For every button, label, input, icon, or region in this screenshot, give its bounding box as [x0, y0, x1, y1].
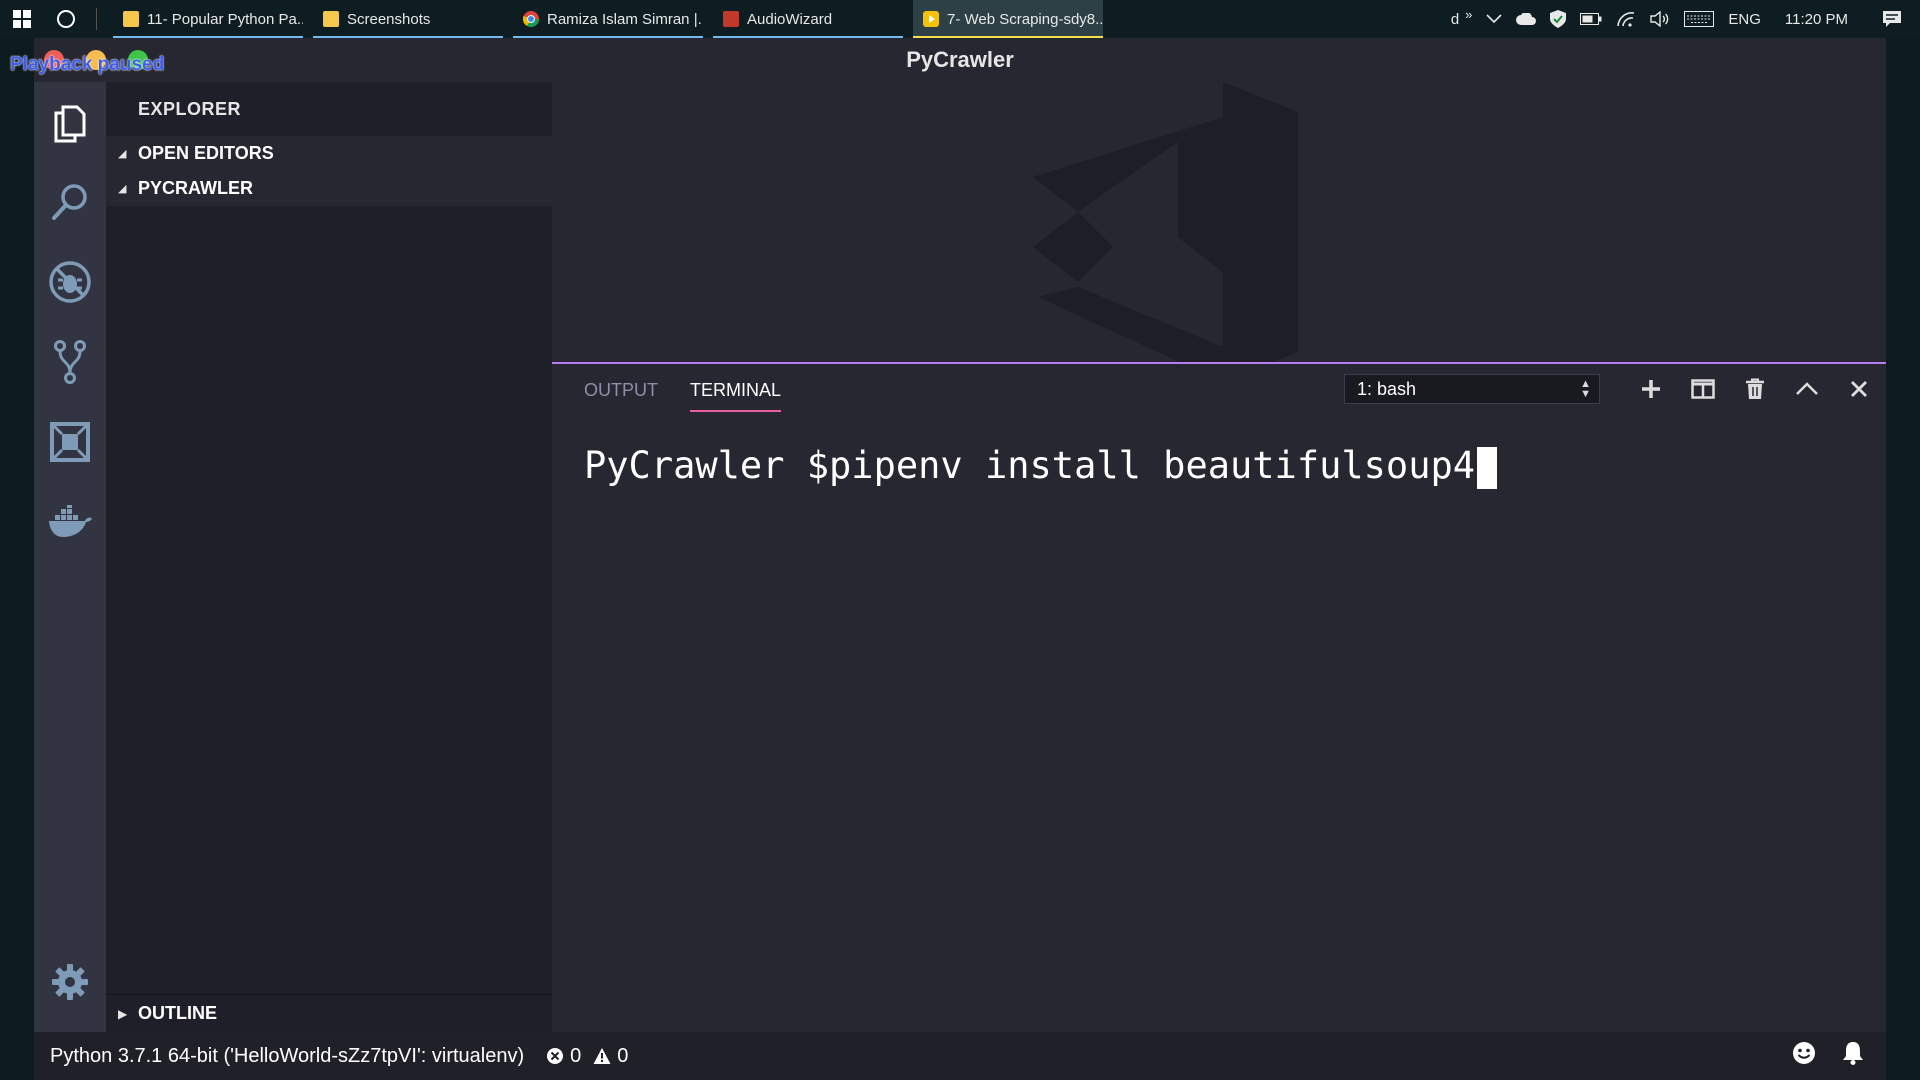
explorer-sidebar: EXPLORER ◢ OPEN EDITORS ◢ PYCRAWLER ▶ OU… — [106, 82, 552, 1032]
debug-no-bug-icon — [49, 261, 91, 303]
error-icon — [547, 1048, 564, 1064]
kill-terminal-button[interactable] — [1740, 374, 1770, 404]
clock-time[interactable]: 11:20 PM — [1785, 11, 1848, 28]
input-language[interactable]: ENG — [1728, 11, 1761, 28]
chevron-down-icon[interactable] — [1486, 14, 1502, 24]
system-tray: d » ENG 11:20 PM — [1451, 0, 1920, 38]
search-icon — [52, 184, 87, 220]
action-center-icon[interactable] — [1882, 10, 1902, 28]
section-label: OPEN EDITORS — [138, 143, 274, 163]
explorer-header: EXPLORER — [138, 98, 242, 119]
terminal-cursor — [1477, 446, 1498, 489]
split-pane-icon — [1691, 379, 1715, 399]
taskbar-app-label: Ramiza Islam Simran |... — [547, 10, 703, 28]
terminal-select-value: 1: bash — [1357, 378, 1417, 399]
title-bar: Playback paused PyCrawler — [10, 38, 1886, 82]
panel-actions: 1: bash ▲ ▼ — [1344, 374, 1886, 404]
activity-debug[interactable] — [34, 250, 106, 314]
taskbar-app-label: 7- Web Scraping-sdy8... — [947, 10, 1103, 28]
battery-icon[interactable] — [1580, 13, 1602, 25]
security-shield-icon[interactable] — [1550, 10, 1567, 28]
windows-taskbar: 11- Popular Python Pa... Screenshots Ram… — [0, 0, 1920, 38]
git-branch-icon — [54, 340, 86, 384]
maximize-panel-button[interactable] — [1792, 374, 1822, 404]
gear-icon — [52, 964, 88, 1000]
docker-whale-icon — [49, 505, 92, 537]
close-icon — [1851, 381, 1867, 397]
playback-paused-overlay: Playback paused — [10, 54, 165, 75]
tray-overflow[interactable]: » — [1465, 7, 1472, 22]
taskbar-app-chrome[interactable]: Ramiza Islam Simran |... — [513, 0, 703, 38]
tab-output[interactable]: OUTPUT — [584, 364, 658, 416]
new-terminal-button[interactable] — [1636, 374, 1666, 404]
extensions-icon — [50, 422, 90, 462]
problems-indicator[interactable]: 0 0 — [546, 1045, 628, 1068]
tab-terminal[interactable]: TERMINAL — [690, 364, 782, 416]
terminal-output[interactable]: PyCrawler $pipenv install beautifulsoup4 — [584, 444, 1498, 489]
caret-down-icon: ◢ — [118, 148, 127, 160]
taskbar-app-audiowizard[interactable]: AudioWizard — [713, 0, 903, 38]
caret-down-icon: ◢ — [118, 183, 127, 195]
audiowizard-icon — [723, 11, 739, 27]
onedrive-cloud-icon[interactable] — [1516, 13, 1537, 25]
split-terminal-button[interactable] — [1688, 374, 1718, 404]
taskbar-app-screenshots[interactable]: Screenshots — [313, 0, 503, 38]
taskbar-divider — [96, 8, 97, 30]
caret-right-icon: ▶ — [118, 1006, 128, 1021]
section-outline[interactable]: ▶ OUTLINE — [106, 994, 552, 1032]
folder-icon — [323, 11, 339, 27]
folder-icon — [123, 11, 139, 27]
taskbar-app-label: Screenshots — [347, 10, 431, 28]
warning-icon — [593, 1048, 611, 1064]
activity-docker[interactable] — [34, 490, 106, 554]
activity-extensions[interactable] — [34, 410, 106, 474]
error-count: 0 — [570, 1044, 582, 1067]
activity-source-control[interactable] — [34, 330, 106, 394]
windows-logo-icon — [13, 10, 31, 28]
python-interpreter[interactable]: Python 3.7.1 64-bit ('HelloWorld-sZz7tpV… — [50, 1045, 524, 1068]
taskbar-app-popular-python[interactable]: 11- Popular Python Pa... — [113, 0, 303, 38]
vscode-watermark-logo — [1033, 82, 1298, 362]
chrome-icon — [523, 11, 539, 27]
close-panel-button[interactable] — [1844, 374, 1874, 404]
taskbar-app-web-scraping[interactable]: 7- Web Scraping-sdy8... — [913, 0, 1103, 38]
activity-settings[interactable] — [34, 950, 106, 1014]
section-open-editors[interactable]: ◢ OPEN EDITORS — [106, 136, 552, 171]
terminal-command-line: PyCrawler $pipenv install beautifulsoup4 — [584, 444, 1476, 487]
volume-icon[interactable] — [1650, 11, 1670, 27]
tray-user-initial[interactable]: d — [1451, 11, 1459, 28]
cortana-circle-icon — [57, 10, 75, 28]
window-title: PyCrawler — [906, 47, 1014, 72]
status-bar: Python 3.7.1 64-bit ('HelloWorld-sZz7tpV… — [34, 1032, 1886, 1080]
editor-area — [552, 82, 1886, 362]
select-arrows-icon: ▲ ▼ — [1580, 378, 1591, 400]
notifications-bell-icon[interactable] — [1842, 1041, 1864, 1071]
activity-explorer[interactable] — [34, 92, 106, 156]
panel-tabs: OUTPUT TERMINAL — [552, 364, 782, 416]
chevron-up-icon — [1796, 382, 1818, 395]
plus-icon — [1642, 380, 1660, 398]
status-bar-right — [1792, 1032, 1864, 1080]
files-icon — [54, 105, 86, 143]
section-label: PYCRAWLER — [138, 178, 254, 198]
trash-icon — [1746, 378, 1764, 399]
bottom-panel: OUTPUT TERMINAL 1: bash ▲ ▼ PyCrawler $p… — [552, 362, 1886, 1032]
taskbar-app-label: AudioWizard — [747, 10, 833, 28]
feedback-smiley-icon[interactable] — [1792, 1041, 1816, 1071]
windows-start-button[interactable] — [0, 0, 44, 38]
warning-count: 0 — [617, 1044, 629, 1067]
section-label: OUTLINE — [138, 1003, 217, 1023]
wifi-icon[interactable] — [1616, 11, 1636, 27]
cortana-button[interactable] — [44, 0, 88, 38]
touch-keyboard-icon[interactable] — [1684, 11, 1715, 27]
taskbar-app-label: 11- Popular Python Pa... — [147, 10, 303, 28]
terminal-select[interactable]: 1: bash ▲ ▼ — [1344, 374, 1600, 404]
activity-bar — [34, 82, 106, 1032]
activity-search[interactable] — [34, 170, 106, 234]
section-pycrawler[interactable]: ◢ PYCRAWLER — [106, 171, 552, 206]
media-player-icon — [923, 11, 939, 27]
vscode-window: Playback paused PyCrawler EXPLORER ◢ OPE… — [10, 38, 1886, 1080]
